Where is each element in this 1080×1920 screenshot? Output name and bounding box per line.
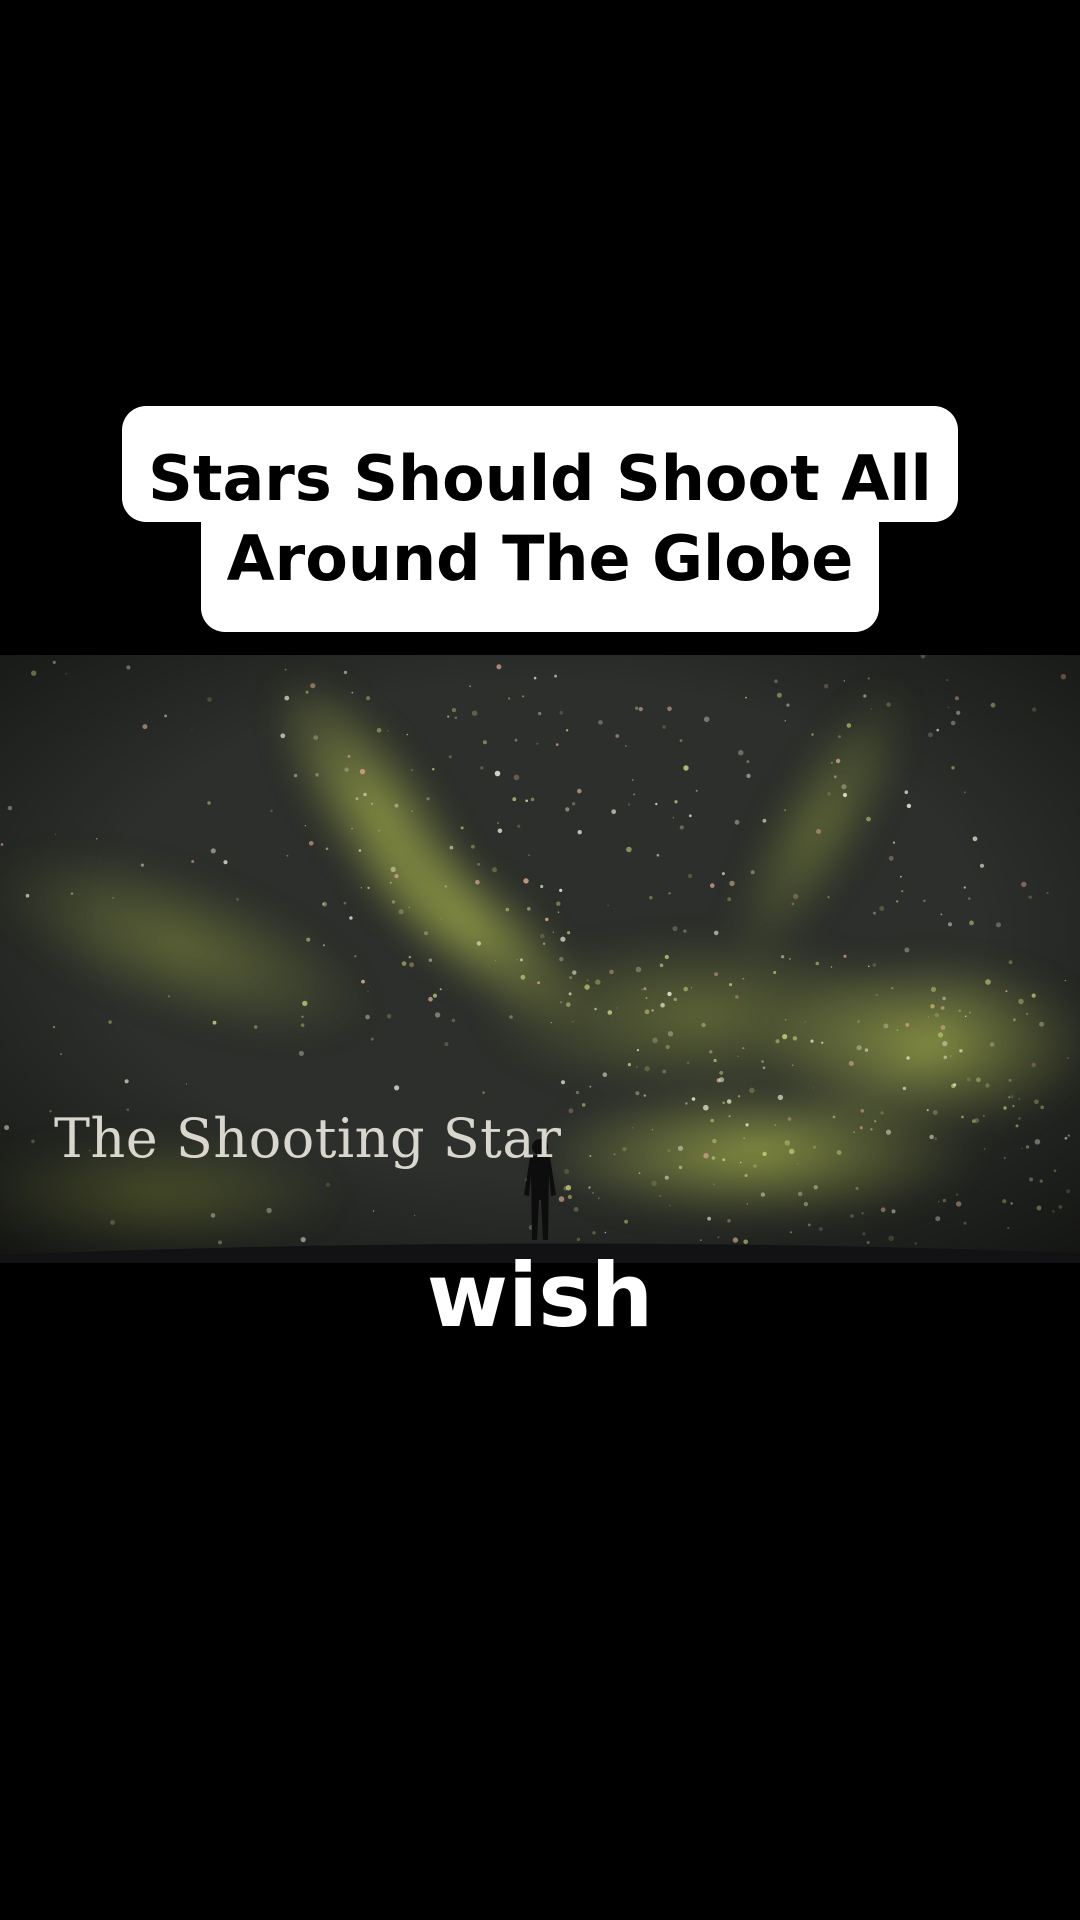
caption-box: Stars Should Shoot All Around The Globe	[0, 406, 1080, 632]
caption-line-2: Around The Globe	[200, 520, 880, 632]
video-overlay-title: The Shooting Star	[54, 1107, 562, 1170]
subtitle-word: wish	[426, 1244, 654, 1347]
caption-line-1: Stars Should Shoot All	[122, 406, 958, 522]
night-sky-scene	[0, 655, 1080, 1263]
video-frame[interactable]: The Shooting Star	[0, 655, 1080, 1263]
